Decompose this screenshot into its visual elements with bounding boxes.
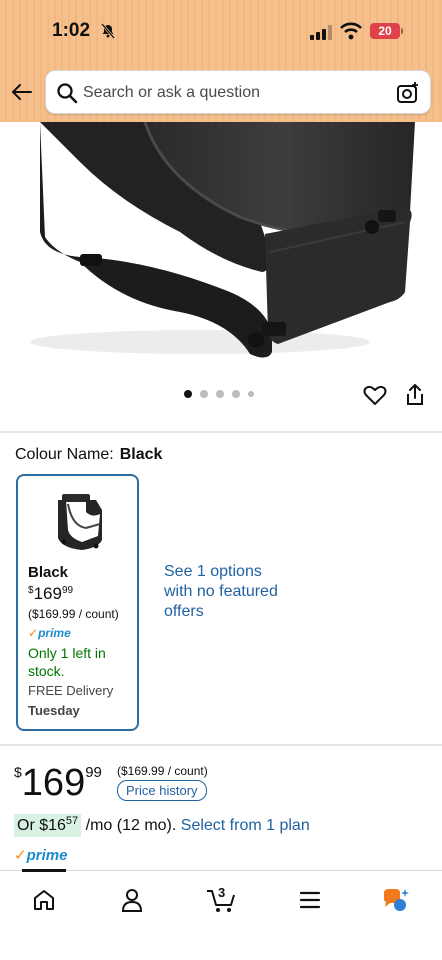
- monthly-prefix: Or $: [17, 817, 49, 834]
- price-unit: ($169.99 / count): [117, 764, 208, 778]
- price-history-button[interactable]: Price history: [117, 780, 207, 801]
- nav-active-indicator: [22, 869, 66, 872]
- share-icon[interactable]: [404, 383, 426, 407]
- cart-icon[interactable]: [205, 887, 237, 913]
- heart-icon[interactable]: [363, 384, 387, 406]
- divider: [0, 744, 442, 746]
- prime-check-icon: ✓: [14, 847, 27, 864]
- bottom-nav: 3: [0, 869, 442, 960]
- prime-badge-small: ✓prime: [28, 626, 71, 640]
- battery-cap: [401, 28, 403, 34]
- price-currency: $: [14, 764, 22, 780]
- price-fraction: 99: [85, 764, 102, 781]
- monthly-payment: Or $1657 /mo (12 mo). Select from 1 plan: [14, 814, 310, 837]
- prime-check-icon: ✓: [28, 626, 39, 640]
- wifi-icon: [340, 22, 362, 40]
- product-thumbnail: [58, 494, 102, 550]
- search-icon: [57, 83, 78, 104]
- option-price-fraction: 99: [61, 585, 74, 596]
- profile-icon[interactable]: [119, 887, 145, 913]
- camera-scan-icon[interactable]: [396, 81, 420, 105]
- colour-option-black[interactable]: Black $16999 ($169.99 / count) ✓prime On…: [16, 474, 139, 731]
- menu-icon[interactable]: [297, 887, 323, 913]
- status-time: 1:02: [52, 20, 91, 41]
- prime-label: prime: [38, 626, 71, 640]
- main-price: $16999: [14, 762, 102, 805]
- carousel-dot[interactable]: [232, 390, 240, 398]
- carousel-dot[interactable]: [248, 391, 254, 397]
- search-input[interactable]: Search or ask a question: [83, 84, 260, 102]
- carousel-dot[interactable]: [184, 390, 192, 398]
- option-stock: Only 1 left in stock.: [28, 645, 106, 679]
- app-header: 1:02 20 Search or ask a question: [0, 0, 442, 122]
- carousel-dot[interactable]: [200, 390, 208, 398]
- prime-badge: ✓prime: [14, 846, 67, 864]
- option-price-whole: 169: [33, 584, 62, 603]
- option-unit-price: ($169.99 / count): [28, 607, 119, 621]
- colour-label: Colour Name:: [15, 446, 114, 463]
- select-plan-link[interactable]: Select from 1 plan: [181, 817, 310, 834]
- home-icon[interactable]: [31, 887, 57, 913]
- rufus-assistant-icon[interactable]: [382, 887, 412, 913]
- option-delivery-day: Tuesday: [28, 703, 80, 718]
- signal-icon: [310, 25, 332, 40]
- option-name: Black: [28, 564, 69, 581]
- product-page: { "status_bar": { "time": "1:02", "batte…: [0, 0, 442, 960]
- monthly-whole: 16: [48, 817, 66, 834]
- prime-label: prime: [26, 847, 68, 864]
- monthly-suffix: /mo (12 mo).: [85, 817, 177, 834]
- image-carousel-dots[interactable]: [184, 390, 254, 398]
- colour-name-row: Colour Name: Black: [15, 446, 162, 464]
- monthly-amount: Or $1657: [14, 814, 82, 837]
- colour-value: Black: [119, 446, 163, 463]
- monthly-fraction: 57: [65, 815, 79, 827]
- see-options-link[interactable]: See 1 options with no featured offers: [164, 562, 284, 622]
- search-bar[interactable]: Search or ask a question: [45, 70, 431, 114]
- option-delivery: FREE Delivery: [28, 683, 114, 698]
- back-arrow-icon[interactable]: [10, 80, 34, 104]
- product-image[interactable]: [0, 122, 442, 382]
- bell-slash-icon: [101, 23, 115, 39]
- price-whole: 169: [21, 762, 86, 804]
- carousel-dot[interactable]: [216, 390, 224, 398]
- divider: [0, 431, 442, 433]
- battery-indicator: 20: [370, 23, 400, 39]
- option-price: $16999: [28, 584, 73, 604]
